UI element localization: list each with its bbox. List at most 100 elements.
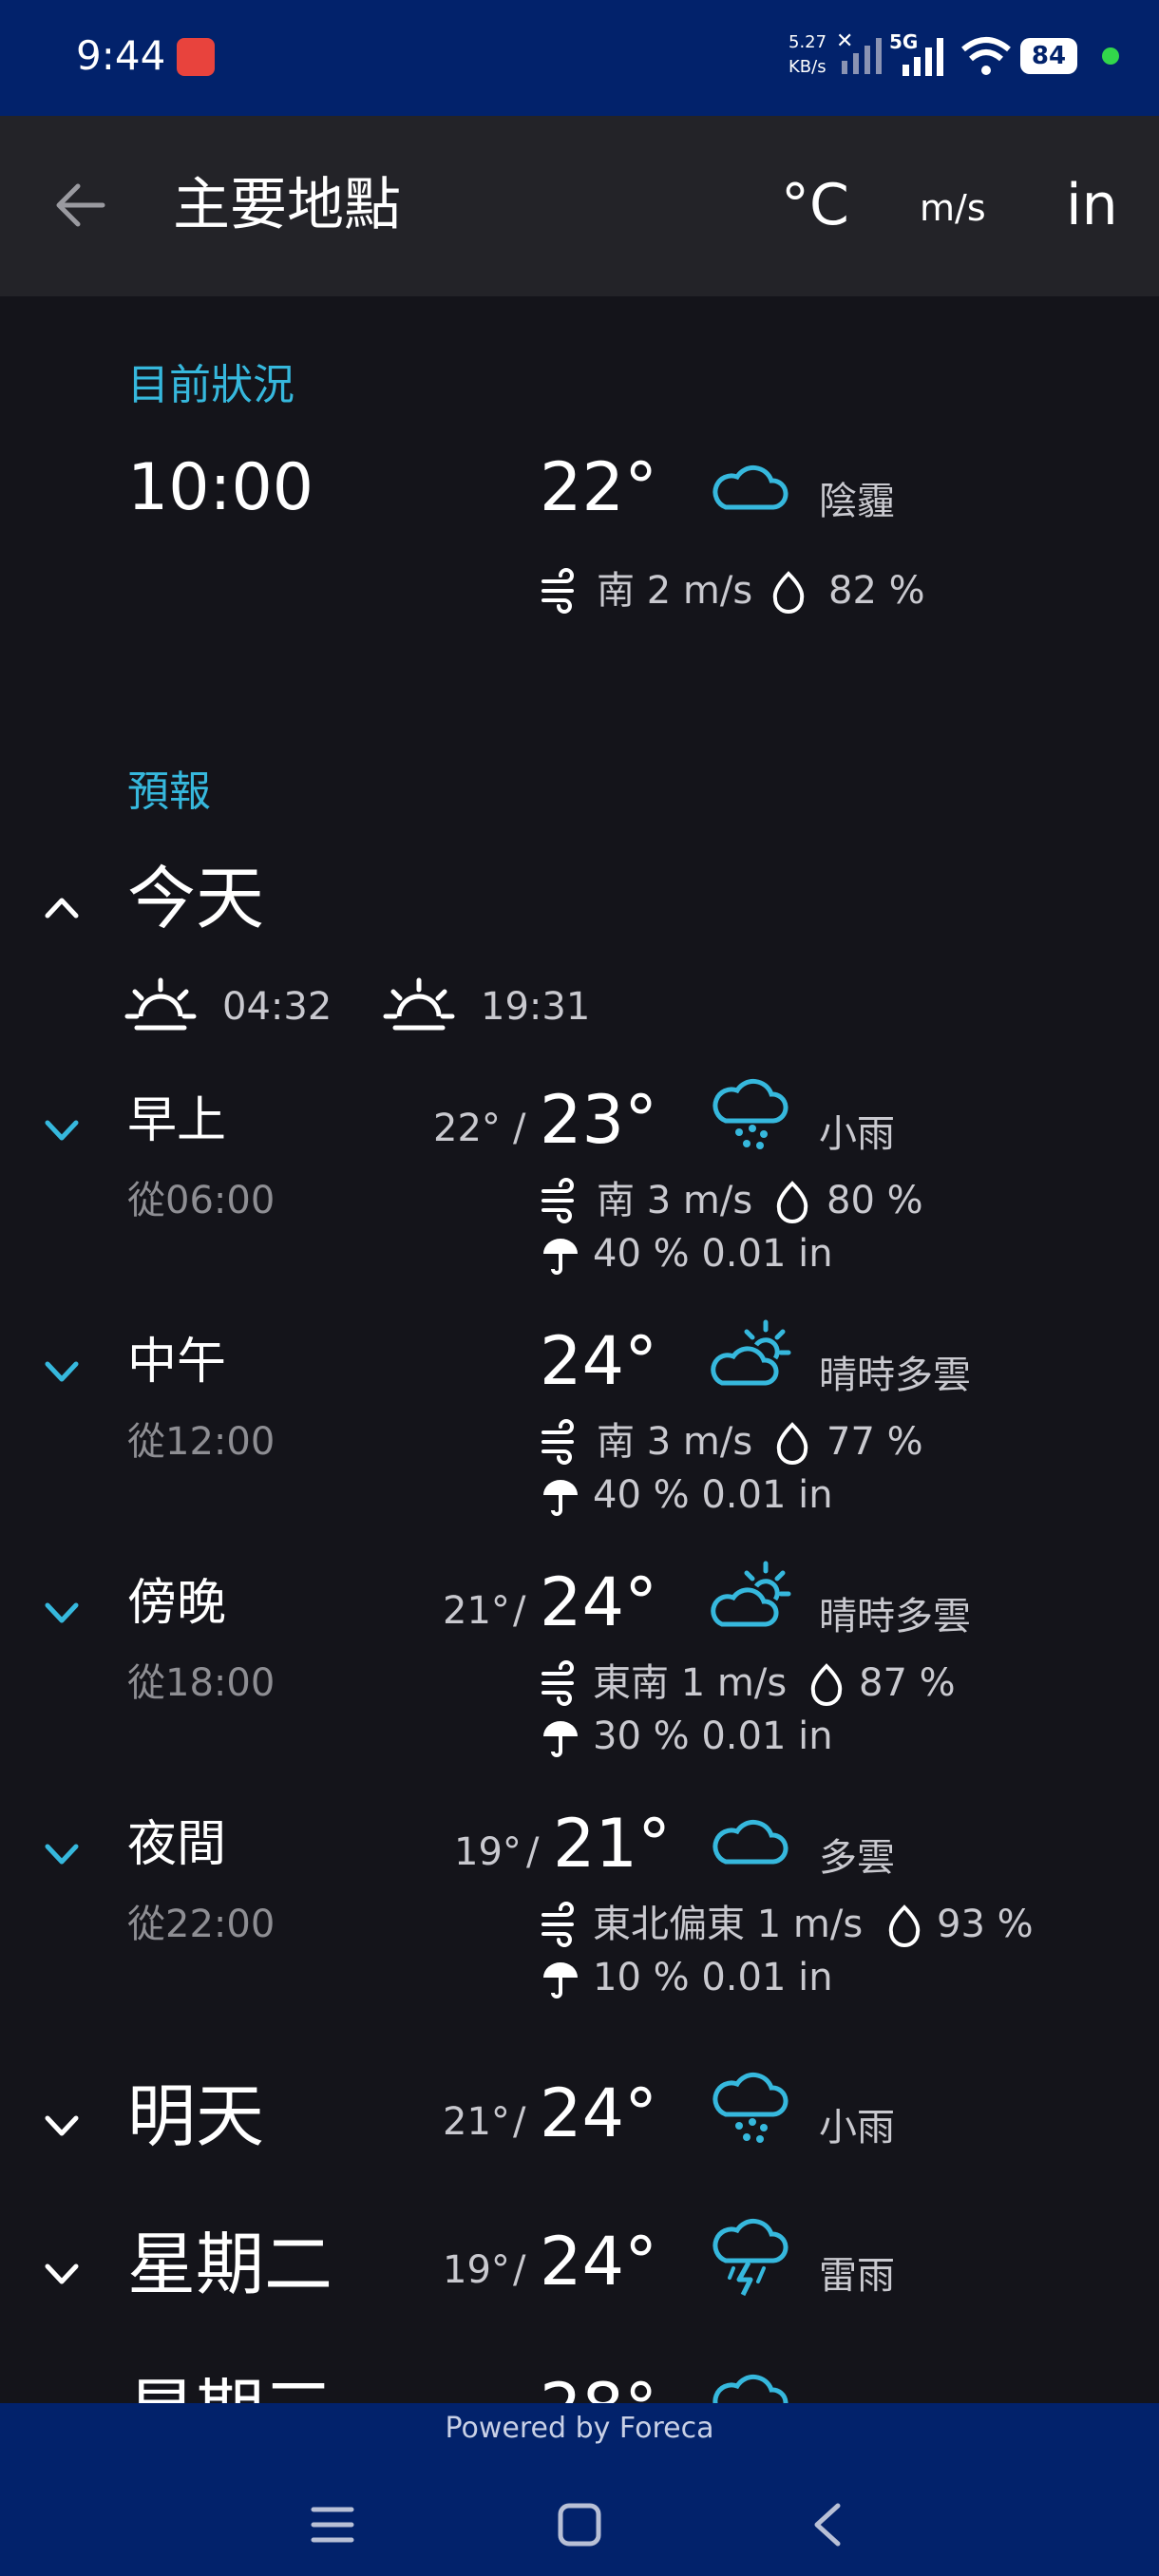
status-bar: 9:44 5.27 KB/s ✕ 5G 84: [0, 0, 1159, 116]
day-name[interactable]: 明天: [127, 2082, 264, 2150]
period-high-temp: 24°: [540, 1322, 658, 1400]
period-name[interactable]: 傍晚: [127, 1579, 226, 1628]
day-name[interactable]: 星期三: [127, 2377, 332, 2403]
period-high-temp: 23°: [540, 1081, 658, 1159]
temp-separator: /: [526, 1830, 540, 1874]
chevron-down-icon[interactable]: [44, 1117, 80, 1142]
period-low-temp: 19°: [454, 1830, 522, 1874]
period-rain: 40 % 0.01 in: [593, 1232, 833, 1276]
cloud-icon: [712, 2374, 788, 2403]
light-rain-icon: [712, 2072, 788, 2143]
sunrise-time: 04:32: [222, 985, 332, 1029]
svg-text:✕: ✕: [836, 29, 853, 53]
chevron-down-icon[interactable]: [44, 1600, 80, 1624]
day-condition: 雷雨: [819, 2254, 895, 2298]
current-condition: 陰霾: [819, 480, 895, 523]
humidity-icon: [888, 1904, 921, 1947]
day-condition: 小雨: [819, 2106, 895, 2150]
humidity-icon: [810, 1663, 843, 1706]
period-condition: 晴時多雲: [819, 1595, 971, 1638]
period-low-temp: 22°: [433, 1107, 501, 1150]
period-from: 從18:00: [127, 1661, 276, 1705]
period-wind: 南 3 m/s: [597, 1420, 753, 1464]
period-name[interactable]: 中午: [127, 1337, 226, 1387]
sunset-time: 19:31: [481, 985, 591, 1029]
day-low-temp: 21°: [443, 2100, 510, 2144]
menu-icon[interactable]: [310, 2504, 355, 2546]
period-from: 從22:00: [127, 1903, 276, 1946]
powered-by[interactable]: Powered by Foreca: [0, 2415, 1159, 2443]
period-name[interactable]: 夜間: [127, 1820, 226, 1869]
weather-content[interactable]: 目前狀況 10:00 22° 陰霾 南 2 m/s 82 % 預報 今天 04:…: [0, 296, 1159, 2403]
back-icon[interactable]: [809, 2502, 844, 2548]
temp-separator: /: [513, 1589, 526, 1633]
current-section-label: 目前狀況: [127, 361, 294, 409]
app-bar: 主要地點 °C m/s in: [0, 116, 1159, 296]
today-label[interactable]: 今天: [127, 864, 264, 933]
day-name[interactable]: 星期二: [127, 2230, 332, 2299]
period-wind: 東北偏東 1 m/s: [593, 1903, 864, 1946]
umbrella-icon: [543, 1962, 578, 1998]
period-from: 從12:00: [127, 1420, 276, 1464]
signal-off-icon: ✕: [836, 29, 882, 74]
wind-icon: [542, 1419, 574, 1465]
cloud-icon: [712, 464, 788, 510]
chevron-down-icon[interactable]: [44, 1358, 80, 1383]
chevron-down-icon[interactable]: [44, 1841, 80, 1866]
period-humidity: 87 %: [859, 1661, 956, 1705]
period-humidity: 77 %: [826, 1420, 923, 1464]
period-condition: 多雲: [819, 1836, 895, 1880]
temp-separator: /: [513, 2248, 526, 2292]
unit-rain-toggle[interactable]: in: [1066, 177, 1118, 234]
period-name[interactable]: 早上: [127, 1096, 226, 1146]
period-condition: 小雨: [819, 1112, 895, 1156]
chevron-down-icon[interactable]: [44, 2112, 80, 2137]
bottom-bar: Powered by Foreca: [0, 2403, 1159, 2576]
net-speed-value: 5.27: [788, 32, 827, 52]
day-high-temp: 24°: [540, 2223, 658, 2301]
chevron-down-icon[interactable]: [44, 2261, 80, 2285]
period-wind: 南 3 m/s: [597, 1179, 753, 1222]
forecast-section-label: 預報: [127, 767, 211, 816]
period-humidity: 93 %: [937, 1903, 1034, 1946]
day-low-temp: 19°: [443, 2248, 510, 2292]
period-from: 從06:00: [127, 1179, 276, 1222]
chevron-up-icon[interactable]: [44, 895, 80, 919]
wind-icon: [542, 568, 574, 614]
period-rain: 30 % 0.01 in: [593, 1714, 833, 1758]
signal-icon: [902, 38, 943, 76]
app-notification-icon: [177, 38, 215, 76]
period-rain: 40 % 0.01 in: [593, 1473, 833, 1517]
period-condition: 晴時多雲: [819, 1354, 971, 1397]
battery-level: 84: [1031, 42, 1067, 70]
light-rain-icon: [712, 1078, 788, 1149]
net-speed-unit: KB/s: [788, 57, 826, 77]
temp-separator: /: [513, 1107, 526, 1150]
back-arrow-icon[interactable]: [53, 182, 106, 228]
wind-icon: [542, 1660, 574, 1706]
period-low-temp: 21°: [443, 1589, 510, 1633]
current-time: 10:00: [127, 450, 314, 525]
wind-icon: [542, 1902, 574, 1947]
home-icon[interactable]: [557, 2502, 602, 2548]
partly-cloudy-icon: [711, 1319, 791, 1386]
umbrella-icon: [543, 1239, 578, 1275]
wind-icon: [542, 1178, 574, 1223]
period-humidity: 80 %: [826, 1179, 923, 1222]
status-time: 9:44: [76, 32, 166, 79]
day-high-temp: 28°: [540, 2375, 657, 2403]
unit-wind-toggle[interactable]: m/s: [920, 190, 986, 226]
humidity-icon: [776, 1422, 808, 1465]
umbrella-icon: [543, 1721, 578, 1757]
current-humidity: 82 %: [828, 569, 925, 613]
thunderstorm-icon: [712, 2218, 788, 2297]
page-title: 主要地點: [173, 172, 401, 238]
period-high-temp: 24°: [540, 1563, 658, 1641]
current-temp: 22°: [540, 448, 658, 526]
unit-temp-toggle[interactable]: °C: [781, 177, 849, 234]
status-dot: [1102, 47, 1119, 65]
temp-separator: /: [513, 2100, 526, 2144]
period-wind: 東南 1 m/s: [593, 1661, 788, 1705]
humidity-icon: [772, 571, 805, 614]
period-high-temp: 21°: [553, 1805, 672, 1883]
